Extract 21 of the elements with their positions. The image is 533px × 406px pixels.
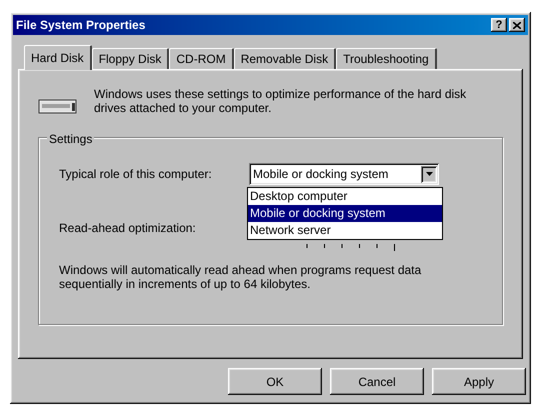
tab[interactable]: Hard Disk — [24, 45, 92, 70]
close-icon — [513, 22, 521, 28]
tab[interactable]: Removable Disk — [234, 48, 336, 69]
close-button[interactable] — [509, 18, 525, 32]
dropdown-option[interactable]: Network server — [248, 222, 442, 239]
dropdown-option[interactable]: Mobile or docking system — [248, 205, 442, 222]
field-label: Read-ahead optimization: — [59, 220, 197, 237]
dropdown-button[interactable] — [421, 166, 437, 182]
description-text: Windows will automatically read ahead when programs request data sequentially in increments of up to 64 kilobytes. — [59, 263, 422, 291]
window-title: File System Properties — [16, 17, 146, 34]
dialog-button[interactable]: OK — [228, 368, 322, 395]
dialog-button[interactable]: Apply — [432, 368, 526, 395]
caret-icon — [426, 172, 432, 176]
dropdown-option[interactable]: Desktop computer — [248, 188, 442, 205]
dialog-button[interactable]: Cancel — [330, 368, 424, 395]
tab[interactable]: Floppy Disk — [92, 48, 170, 69]
help-button[interactable]: ? — [491, 18, 507, 32]
tab[interactable]: Troubleshooting — [336, 48, 437, 69]
intro-text: Windows uses these settings to optimize performance of the hard disk drives attached to your computer. — [94, 87, 468, 115]
field-label: Typical role of this computer: — [59, 166, 213, 183]
tab[interactable]: CD-ROM — [169, 48, 234, 69]
